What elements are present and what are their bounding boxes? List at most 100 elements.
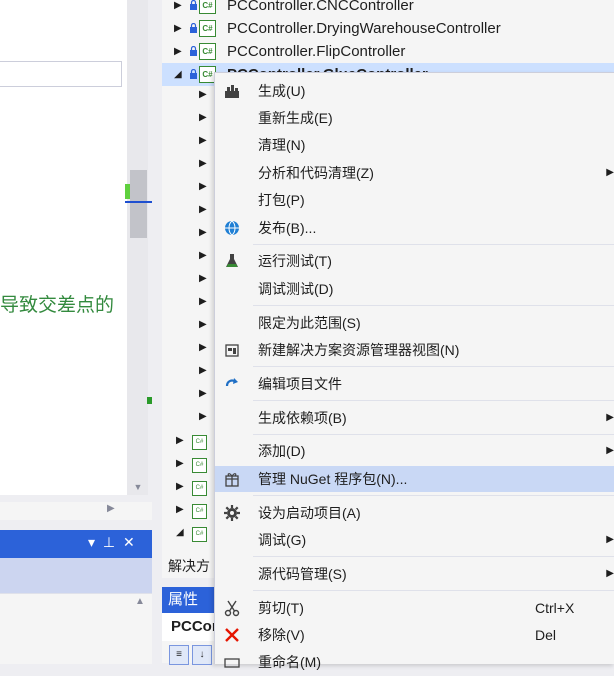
expand-arrow-icon[interactable]: ▶ (176, 458, 184, 469)
expand-arrow-icon[interactable]: ▶ (176, 481, 184, 492)
submenu-arrow-icon: ▶ (606, 445, 614, 456)
expand-arrow-icon[interactable]: ▶ (199, 273, 207, 284)
menu-item-build[interactable]: 生成(U) (215, 78, 614, 104)
editor-vertical-scrollbar[interactable] (127, 0, 148, 495)
expand-arrow-icon[interactable]: ▶ (199, 319, 207, 330)
menu-item-rebuild[interactable]: 重新生成(E) (215, 105, 614, 131)
pin-icon[interactable]: ⊥ (103, 534, 117, 550)
menu-separator (253, 495, 614, 496)
build-icon (223, 82, 241, 100)
menu-item-source-control[interactable]: 源代码管理(S) ▶ (215, 561, 614, 587)
shortcut-text: Del (535, 627, 557, 643)
expand-arrow-icon[interactable]: ▶ (199, 181, 207, 192)
expand-arrow-icon[interactable]: ▶ (199, 135, 207, 146)
menu-item-pack[interactable]: 打包(P) (215, 187, 614, 213)
new-view-icon (223, 341, 241, 359)
csharp-project-icon: C# (199, 20, 216, 37)
change-marker (125, 184, 130, 199)
nuget-package-icon (223, 470, 241, 488)
submenu-arrow-icon: ▶ (606, 534, 614, 545)
panel-splitter[interactable] (152, 0, 162, 663)
lock-icon (190, 69, 197, 79)
menu-separator (253, 590, 614, 591)
csharp-project-icon: C# (192, 458, 207, 473)
shortcut-text: Ctrl+X (535, 600, 575, 616)
tree-item-project[interactable]: ▶ C# PCController.DryingWarehouseControl… (162, 17, 614, 40)
collapse-arrow-icon[interactable]: ◢ (176, 527, 184, 538)
expand-arrow-icon[interactable]: ▶ (199, 158, 207, 169)
menu-item-scope-to-this[interactable]: 限定为此范围(S) (215, 310, 614, 336)
menu-separator (253, 434, 614, 435)
submenu-arrow-icon: ▶ (606, 412, 614, 423)
csharp-project-icon: C# (192, 527, 207, 542)
menu-item-cut[interactable]: 剪切(T) Ctrl+X (215, 595, 614, 621)
expand-arrow-icon[interactable]: ▶ (199, 388, 207, 399)
menu-item-rename[interactable]: 重命名(M) (215, 649, 614, 675)
editor-horizontal-scrollbar[interactable] (0, 502, 152, 520)
expand-arrow-icon[interactable]: ▶ (199, 250, 207, 261)
flask-icon (223, 252, 241, 270)
menu-item-edit-project-file[interactable]: 编辑项目文件 (215, 371, 614, 397)
tool-window-controls[interactable]: ▾ ⊥ ✕ (88, 534, 137, 551)
menu-item-publish[interactable]: 发布(B)... (215, 215, 614, 241)
menu-item-new-explorer-view[interactable]: 新建解决方案资源管理器视图(N) (215, 337, 614, 363)
alphabetical-view-icon[interactable]: ↓ (192, 645, 212, 665)
refresh-arrow-icon (223, 375, 241, 393)
menu-item-add[interactable]: 添加(D) ▶ (215, 438, 614, 464)
expand-arrow-icon[interactable]: ▶ (199, 204, 207, 215)
lock-icon (190, 23, 197, 33)
expand-arrow-icon[interactable]: ▶ (174, 40, 184, 63)
scroll-up-icon[interactable]: ▲ (135, 596, 145, 607)
expand-arrow-icon[interactable]: ▶ (176, 435, 184, 446)
editor-input-field[interactable] (0, 61, 122, 87)
submenu-arrow-icon: ▶ (606, 167, 614, 178)
expand-arrow-icon[interactable]: ▶ (199, 342, 207, 353)
tab-solution-explorer[interactable]: 解决方 (162, 554, 220, 578)
menu-separator (253, 366, 614, 367)
project-name: PCController.CNCController (227, 0, 414, 14)
menu-item-build-dependencies[interactable]: 生成依赖项(B) ▶ (215, 405, 614, 431)
rename-icon (223, 653, 241, 671)
expand-arrow-icon[interactable]: ▶ (174, 17, 184, 40)
expand-arrow-icon[interactable]: ▶ (174, 0, 184, 17)
tool-window-toolbar (0, 558, 152, 593)
expand-arrow-icon[interactable]: ▶ (176, 504, 184, 515)
menu-separator (253, 305, 614, 306)
csharp-project-icon: C# (192, 504, 207, 519)
expand-arrow-icon[interactable]: ▶ (199, 411, 207, 422)
menu-item-clean[interactable]: 清理(N) (215, 132, 614, 158)
expand-arrow-icon[interactable]: ▶ (199, 89, 207, 100)
expand-arrow-icon[interactable]: ▶ (199, 112, 207, 123)
tool-window-content (0, 593, 152, 664)
menu-separator (253, 556, 614, 557)
menu-separator (253, 244, 614, 245)
menu-item-debug-tests[interactable]: 调试测试(D) (215, 276, 614, 302)
close-icon[interactable]: ✕ (123, 534, 137, 550)
csharp-project-icon: C# (199, 43, 216, 60)
scissors-icon (223, 599, 241, 617)
collapse-arrow-icon[interactable]: ◢ (174, 63, 184, 86)
lock-icon (190, 46, 197, 56)
expand-arrow-icon[interactable]: ▶ (199, 296, 207, 307)
menu-item-analyze-cleanup[interactable]: 分析和代码清理(Z) ▶ (215, 160, 614, 186)
properties-title[interactable]: 属性 (162, 587, 221, 613)
tree-item-project[interactable]: ▶ C# PCController.FlipController (162, 40, 614, 63)
menu-item-run-tests[interactable]: 运行测试(T) (215, 248, 614, 274)
editor-scrollbar-thumb[interactable] (130, 170, 147, 238)
dropdown-icon[interactable]: ▾ (88, 534, 97, 550)
menu-separator (253, 400, 614, 401)
tree-item-project[interactable]: ▶ C# PCController.CNCController (162, 0, 614, 17)
categorized-view-icon[interactable]: ≡ (169, 645, 189, 665)
menu-item-set-startup-project[interactable]: 设为启动项目(A) (215, 500, 614, 526)
project-name: PCController.FlipController (227, 43, 406, 60)
expand-arrow-icon[interactable]: ▶ (199, 227, 207, 238)
csharp-project-icon: C# (192, 435, 207, 450)
scroll-right-icon[interactable]: ▶ (107, 503, 115, 514)
csharp-project-icon: C# (192, 481, 207, 496)
menu-item-debug[interactable]: 调试(G) ▶ (215, 527, 614, 553)
submenu-arrow-icon: ▶ (606, 568, 614, 579)
scroll-down-icon[interactable]: ▼ (132, 482, 144, 492)
menu-item-manage-nuget[interactable]: 管理 NuGet 程序包(N)... (215, 466, 614, 492)
menu-item-remove[interactable]: 移除(V) Del (215, 622, 614, 648)
expand-arrow-icon[interactable]: ▶ (199, 365, 207, 376)
